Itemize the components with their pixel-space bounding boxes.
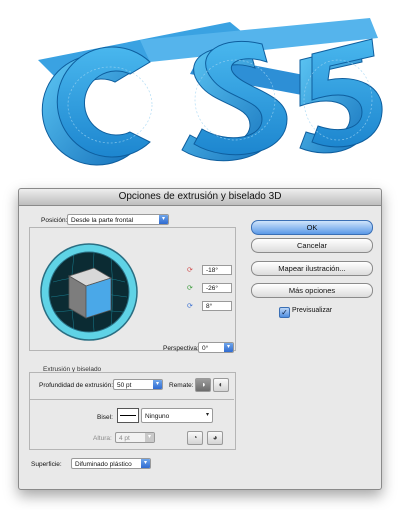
preview-label: Previsualizar	[292, 307, 333, 314]
rotate-y-icon: ⟳	[187, 285, 193, 292]
bevel-label: Bisel:	[97, 414, 113, 421]
rotate-x-icon: ⟳	[187, 267, 193, 274]
rotate-z-icon: ⟳	[187, 303, 193, 310]
more-options-button[interactable]: Más opciones	[251, 283, 373, 298]
chevron-down-icon: ▾	[145, 433, 154, 442]
bevel-select[interactable]: Ninguno ▾	[141, 408, 213, 423]
position-select-value: Desde la parte frontal	[71, 217, 134, 224]
cancel-button[interactable]: Cancelar	[251, 238, 373, 253]
extrude-depth-label: Profundidad de extrusión:	[39, 382, 114, 389]
extrude-bevel-dialog: Opciones de extrusión y biselado 3D Posi…	[18, 188, 382, 490]
chevron-down-icon: ▾	[159, 215, 168, 224]
perspective-select[interactable]: 0° ▾	[198, 342, 234, 353]
number-5	[299, 38, 383, 154]
extrude-depth-value: 50 pt	[117, 382, 132, 389]
rotate-x-field[interactable]: -18°	[202, 265, 232, 275]
track-cube[interactable]	[39, 242, 139, 342]
cap-on-button[interactable]: ◑	[195, 378, 211, 392]
surface-select[interactable]: Difuminado plástico ▾	[71, 458, 151, 469]
separator	[29, 399, 234, 400]
chevron-down-icon: ▾	[141, 459, 150, 468]
perspective-value: 0°	[202, 345, 209, 352]
surface-label: Superficie:	[31, 461, 62, 468]
height-select[interactable]: 4 pt ▾	[115, 432, 155, 443]
letter-s	[181, 40, 288, 162]
position-label: Posición:	[41, 217, 68, 224]
bevel-value: Ninguno	[145, 413, 170, 420]
ok-button[interactable]: OK	[251, 220, 373, 235]
extrude-depth-select[interactable]: 50 pt ▾	[113, 379, 163, 390]
dialog-title: Opciones de extrusión y biselado 3D	[19, 189, 381, 206]
bevel-preview-icon	[117, 408, 139, 423]
rotate-z-field[interactable]: 8°	[202, 301, 232, 311]
chevron-down-icon: ▾	[224, 343, 233, 352]
position-select[interactable]: Desde la parte frontal ▾	[67, 214, 169, 225]
perspective-label: Perspectiva:	[163, 345, 199, 352]
bevel-out-button[interactable]: ◔	[187, 431, 203, 445]
bevel-in-button[interactable]: ◕	[207, 431, 223, 445]
cap-off-button[interactable]: ◐	[213, 378, 229, 392]
cs5-3d-artwork	[38, 18, 383, 166]
cap-label: Remate:	[169, 382, 194, 389]
surface-value: Difuminado plástico	[75, 461, 132, 468]
preview-checkbox[interactable]: ✓	[279, 307, 290, 318]
height-label: Altura:	[93, 435, 112, 442]
height-value: 4 pt	[119, 435, 130, 442]
chevron-down-icon: ▾	[205, 412, 209, 418]
chevron-down-icon: ▾	[153, 380, 162, 389]
map-art-button[interactable]: Mapear ilustración...	[251, 261, 373, 276]
rotate-y-field[interactable]: -26°	[202, 283, 232, 293]
